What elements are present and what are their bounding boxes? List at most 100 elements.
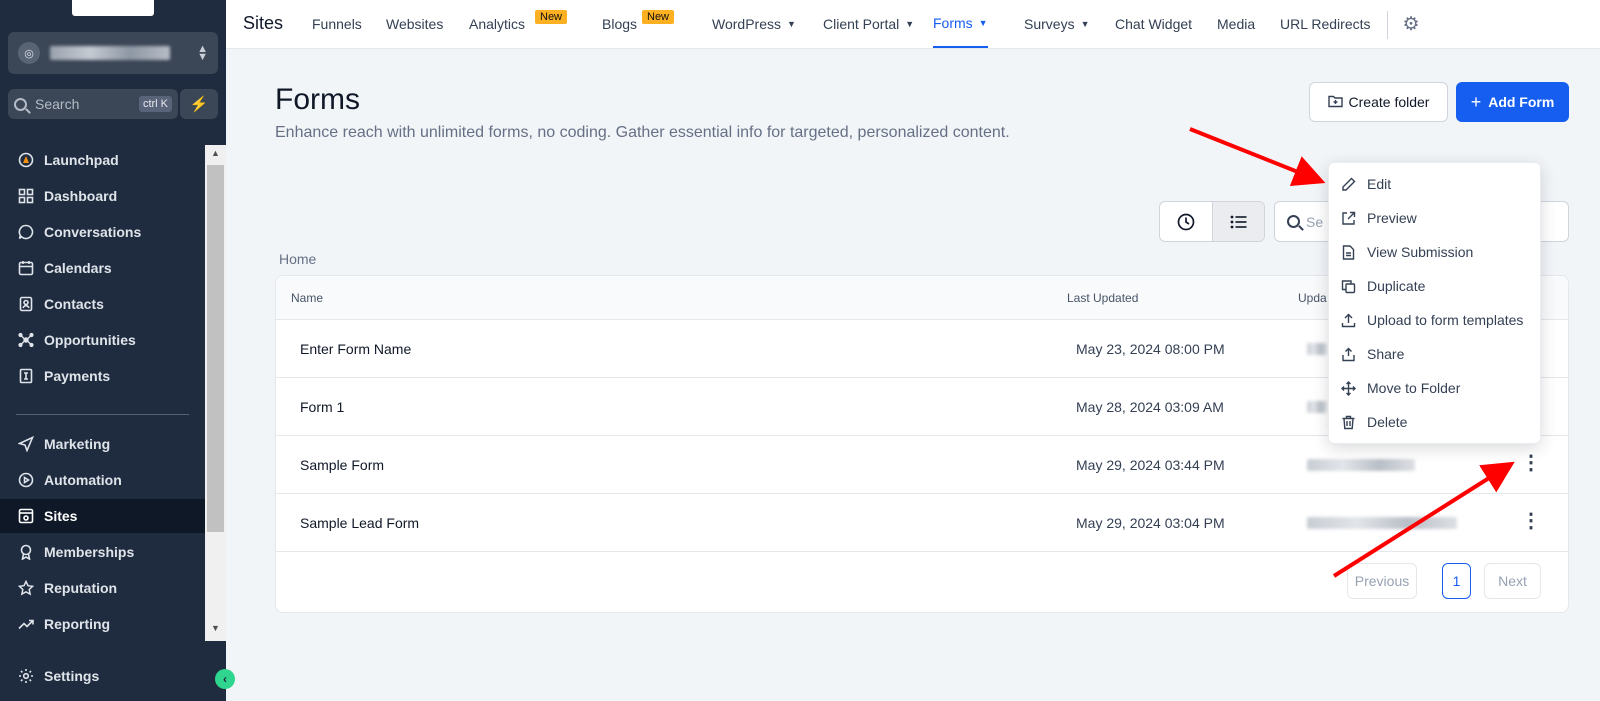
tab-label: WordPress bbox=[712, 16, 781, 32]
sidebar-item-opportunities[interactable]: Opportunities bbox=[0, 323, 205, 357]
menu-item-delete[interactable]: Delete bbox=[1329, 405, 1540, 439]
breadcrumb[interactable]: Home bbox=[279, 251, 316, 267]
menu-item-edit[interactable]: Edit bbox=[1329, 167, 1540, 201]
new-badge: New bbox=[642, 10, 675, 24]
menu-item-upload-templates[interactable]: Upload to form templates bbox=[1329, 303, 1540, 337]
forms-search-placeholder: Se bbox=[1306, 213, 1324, 230]
tab-client-portal[interactable]: Client Portal ▼ bbox=[823, 0, 914, 48]
section-title: Sites bbox=[243, 13, 284, 33]
sidebar-item-calendars[interactable]: Calendars bbox=[0, 251, 205, 285]
settings-gear-icon[interactable]: ⚙ bbox=[1400, 14, 1422, 36]
tab-forms[interactable]: Forms ▼ bbox=[933, 0, 988, 48]
sidebar-item-reporting[interactable]: Reporting bbox=[0, 607, 205, 641]
tab-label: Media bbox=[1217, 16, 1256, 32]
sidebar-item-memberships[interactable]: Memberships bbox=[0, 535, 205, 569]
menu-item-move-to-folder[interactable]: Move to Folder bbox=[1329, 371, 1540, 405]
search-icon bbox=[1287, 215, 1300, 228]
menu-item-label: Preview bbox=[1367, 210, 1417, 226]
form-last-updated: May 23, 2024 08:00 PM bbox=[1076, 341, 1225, 357]
collapse-sidebar-icon[interactable]: ‹ bbox=[215, 669, 235, 689]
sidebar-item-contacts[interactable]: Contacts bbox=[0, 287, 205, 321]
share-icon bbox=[1340, 346, 1356, 362]
tab-chat-widget[interactable]: Chat Widget bbox=[1115, 0, 1192, 48]
column-header-name[interactable]: Name bbox=[291, 291, 323, 305]
sidebar-search-placeholder: Search bbox=[35, 96, 80, 112]
tab-blogs[interactable]: Blogs bbox=[602, 0, 637, 48]
menu-item-share[interactable]: Share bbox=[1329, 337, 1540, 371]
copy-icon bbox=[1340, 278, 1356, 294]
tab-surveys[interactable]: Surveys ▼ bbox=[1024, 0, 1090, 48]
sidebar-item-label: Opportunities bbox=[44, 332, 136, 348]
tab-media[interactable]: Media bbox=[1217, 0, 1255, 48]
star-icon bbox=[17, 579, 35, 597]
rocket-icon bbox=[17, 151, 35, 169]
form-name[interactable]: Enter Form Name bbox=[300, 341, 411, 357]
previous-page-button[interactable]: Previous bbox=[1347, 563, 1417, 599]
add-form-button[interactable]: + Add Form bbox=[1456, 82, 1569, 122]
form-name[interactable]: Sample Lead Form bbox=[300, 515, 419, 531]
updated-by-redacted bbox=[1307, 459, 1415, 471]
menu-item-label: Upload to form templates bbox=[1367, 312, 1524, 328]
table-row[interactable]: Sample Lead Form May 29, 2024 03:04 PM ⋮ bbox=[276, 494, 1568, 552]
form-name[interactable]: Form 1 bbox=[300, 399, 344, 415]
trend-icon bbox=[17, 615, 35, 633]
list-view-icon[interactable] bbox=[1212, 202, 1264, 241]
sidebar-item-sites[interactable]: Sites bbox=[0, 499, 205, 533]
sidebar-item-automation[interactable]: Automation bbox=[0, 463, 205, 497]
tab-label: Blogs bbox=[602, 16, 638, 32]
next-page-button[interactable]: Next bbox=[1484, 563, 1541, 599]
sidebar-search-input[interactable]: Search ctrl K bbox=[8, 89, 178, 119]
award-icon bbox=[17, 543, 35, 561]
view-toggle-group bbox=[1159, 201, 1265, 242]
more-options-kebab-icon[interactable]: ⋮ bbox=[1521, 508, 1541, 534]
page-number-button[interactable]: 1 bbox=[1442, 563, 1471, 599]
table-row[interactable]: Sample Form May 29, 2024 03:44 PM ⋮ bbox=[276, 436, 1568, 494]
quick-action-bolt-icon[interactable]: ⚡ bbox=[180, 89, 218, 119]
form-name[interactable]: Sample Form bbox=[300, 457, 384, 473]
pencil-icon bbox=[1340, 176, 1356, 192]
tab-analytics[interactable]: Analytics bbox=[469, 0, 525, 48]
form-last-updated: May 28, 2024 03:09 AM bbox=[1076, 399, 1224, 415]
sidebar-item-dashboard[interactable]: Dashboard bbox=[0, 179, 205, 213]
sidebar-item-payments[interactable]: Payments bbox=[0, 359, 205, 393]
sidebar-divider bbox=[16, 414, 189, 415]
sidebar-item-reputation[interactable]: Reputation bbox=[0, 571, 205, 605]
search-shortcut: ctrl K bbox=[138, 96, 172, 112]
tab-wordpress[interactable]: WordPress ▼ bbox=[712, 0, 796, 48]
sidebar-scroll-thumb[interactable] bbox=[207, 165, 224, 532]
scroll-up-arrow-icon[interactable]: ▲ bbox=[205, 145, 226, 161]
updated-by-redacted bbox=[1307, 517, 1457, 529]
account-switcher[interactable]: ◎ ▲ ▼ bbox=[8, 32, 218, 74]
tab-funnels[interactable]: Funnels bbox=[312, 0, 362, 48]
more-options-kebab-icon[interactable]: ⋮ bbox=[1521, 450, 1541, 476]
column-header-updated-by[interactable]: Upda bbox=[1298, 291, 1327, 305]
chevron-down-icon: ▼ bbox=[786, 19, 796, 29]
menu-item-label: Share bbox=[1367, 346, 1405, 362]
scroll-down-arrow-icon[interactable]: ▼ bbox=[205, 620, 226, 636]
page-subtitle: Enhance reach with unlimited forms, no c… bbox=[275, 124, 1010, 141]
sidebar-item-marketing[interactable]: Marketing bbox=[0, 427, 205, 461]
tab-websites[interactable]: Websites bbox=[386, 0, 443, 48]
tab-label: Surveys bbox=[1024, 16, 1075, 32]
menu-item-label: Duplicate bbox=[1367, 278, 1426, 294]
column-header-last-updated[interactable]: Last Updated bbox=[1067, 291, 1138, 305]
location-icon: ◎ bbox=[18, 42, 40, 64]
sidebar-item-launchpad[interactable]: Launchpad bbox=[0, 143, 205, 177]
menu-item-preview[interactable]: Preview bbox=[1329, 201, 1540, 235]
sidebar-item-settings[interactable]: Settings bbox=[0, 659, 205, 693]
menu-item-view-submission[interactable]: View Submission bbox=[1329, 235, 1540, 269]
tab-url-redirects[interactable]: URL Redirects bbox=[1280, 0, 1371, 48]
search-icon bbox=[14, 97, 27, 111]
menu-item-label: Edit bbox=[1367, 176, 1392, 192]
create-folder-button[interactable]: Create folder bbox=[1309, 82, 1448, 122]
sidebar-item-conversations[interactable]: Conversations bbox=[0, 215, 205, 249]
tab-label: Websites bbox=[386, 16, 444, 32]
history-clock-icon[interactable] bbox=[1160, 202, 1212, 241]
menu-item-duplicate[interactable]: Duplicate bbox=[1329, 269, 1540, 303]
network-icon bbox=[17, 331, 35, 349]
sidebar-item-label: Reputation bbox=[44, 580, 118, 596]
top-navigation: Sites Funnels Websites Analytics New Blo… bbox=[226, 0, 1600, 49]
payments-icon bbox=[17, 367, 35, 385]
form-last-updated: May 29, 2024 03:04 PM bbox=[1076, 515, 1225, 531]
sidebar-item-label: Dashboard bbox=[44, 188, 118, 204]
